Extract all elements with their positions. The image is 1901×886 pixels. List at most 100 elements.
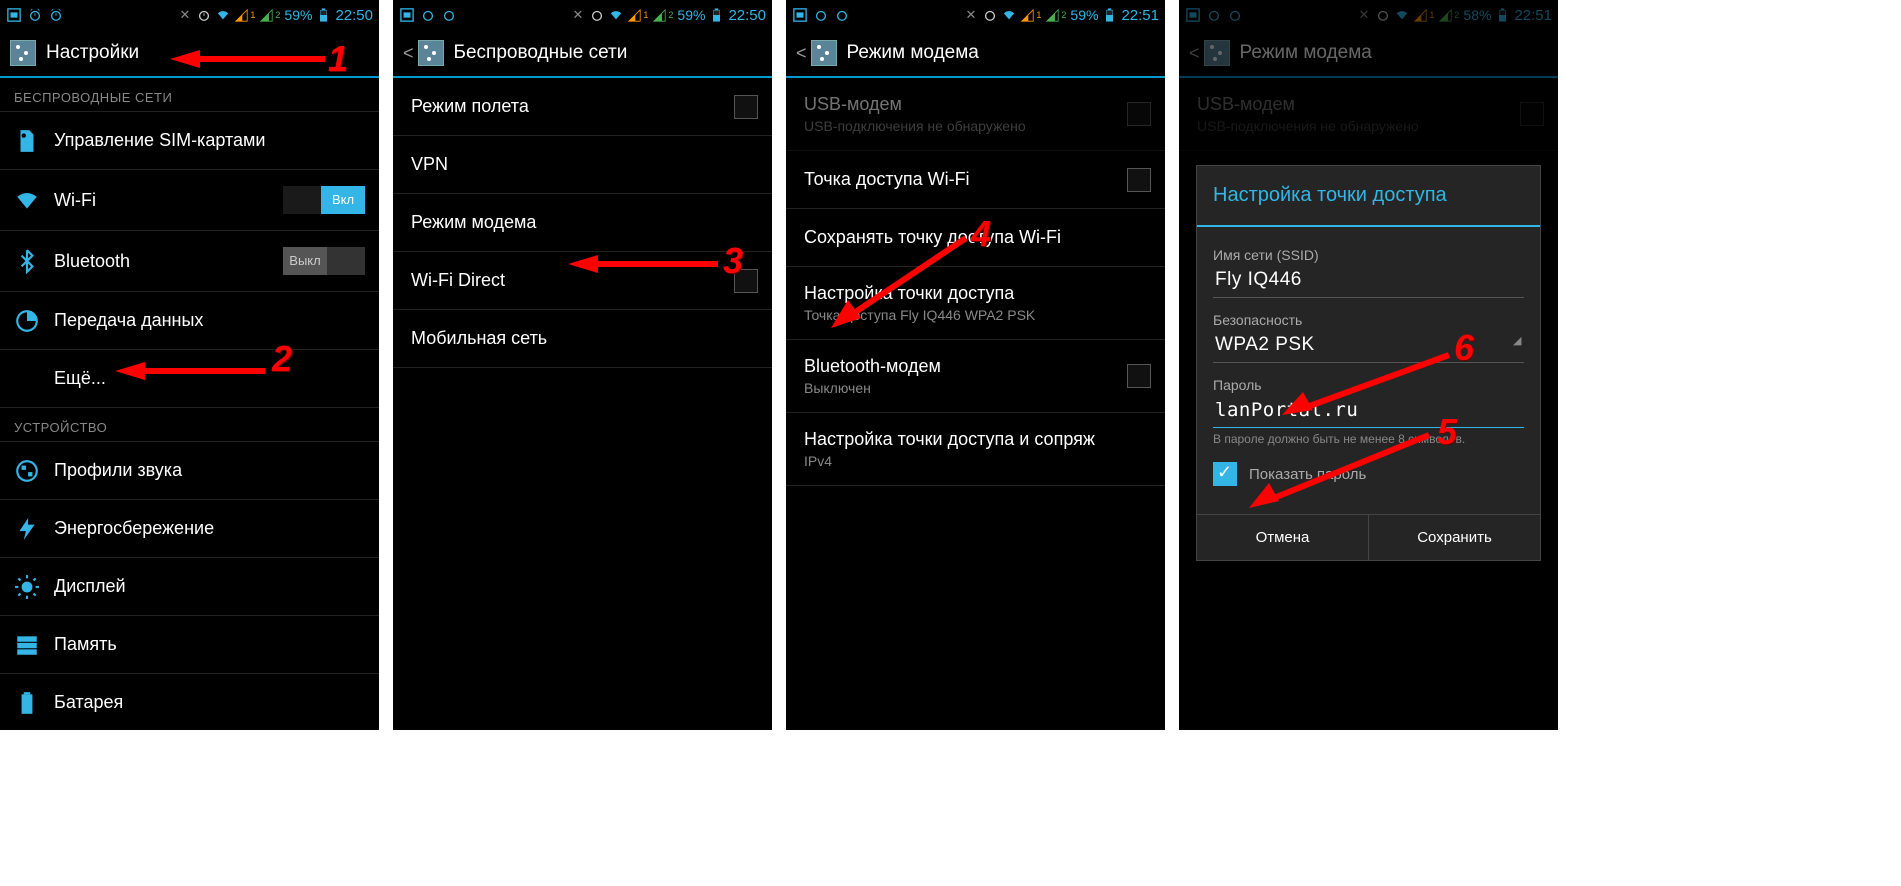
signal-1-icon (234, 8, 249, 23)
item-bt-modem[interactable]: Bluetooth-модем Выключен (786, 340, 1165, 413)
status-bar: ✕ 1 2 59% 22:51 (786, 0, 1165, 30)
item-label: Точка доступа Wi-Fi (804, 169, 970, 189)
notif-icon (792, 8, 807, 23)
item-sound-profiles[interactable]: Профили звука (0, 442, 379, 500)
item-mobile-network[interactable]: Мобильная сеть (393, 310, 772, 368)
phone-screen-1: ✕ 1 2 59% 22:50 Настройки БЕСПРОВОДНЫЕ С… (0, 0, 379, 730)
annotation-5: 5 (1437, 411, 1457, 453)
annotation-3: 3 (723, 240, 743, 282)
arrow-5 (1249, 430, 1434, 510)
signal-2-icon (1045, 8, 1060, 23)
item-label: Батарея (54, 692, 123, 713)
sim-icon (14, 128, 40, 154)
annotation-1: 1 (328, 38, 348, 80)
cancel-button[interactable]: Отмена (1197, 515, 1369, 560)
ssid-label: Имя сети (SSID) (1213, 247, 1524, 263)
item-usb-modem: USB-модем USB-подключения не обнаружено (786, 78, 1165, 151)
header-title: Беспроводные сети (454, 42, 628, 64)
item-label: Wi-Fi (54, 190, 96, 210)
sim2-label: 2 (275, 10, 280, 20)
item-wifi-hotspot[interactable]: Точка доступа Wi-Fi (786, 151, 1165, 209)
dialog-title: Настройка точки доступа (1197, 166, 1540, 227)
arrow-1 (170, 48, 325, 70)
time: 22:51 (1121, 7, 1159, 24)
arrow-6 (1279, 350, 1454, 420)
signal-2-icon (259, 8, 274, 23)
item-sublabel: IPv4 (804, 453, 1151, 469)
battery-pct: 59% (1070, 7, 1098, 23)
annotation-6: 6 (1454, 327, 1474, 369)
battery-pct: 59% (284, 7, 312, 23)
wifi-icon (215, 8, 230, 23)
item-pairing-setup[interactable]: Настройка точки доступа и сопряж IPv4 (786, 413, 1165, 486)
app-header[interactable]: < Беспроводные сети (393, 30, 772, 78)
alarm-icon (196, 8, 211, 23)
back-icon: < (796, 43, 807, 64)
battery-icon (709, 8, 724, 23)
item-label: Дисплей (54, 576, 126, 597)
settings-app-icon (811, 40, 837, 66)
wifi-icon (1001, 8, 1016, 23)
wifi-icon (14, 187, 40, 213)
alarm-icon-1 (813, 8, 828, 23)
item-label: Управление SIM-картами (54, 130, 265, 151)
item-label: USB-модем (804, 94, 1127, 115)
vibrate-icon: ✕ (963, 8, 978, 23)
item-label: Bluetooth-модем (804, 356, 1127, 377)
storage-icon (14, 632, 40, 658)
battery-icon (316, 8, 331, 23)
display-icon (14, 574, 40, 600)
item-display[interactable]: Дисплей (0, 558, 379, 616)
signal-1-icon (627, 8, 642, 23)
vibrate-icon: ✕ (570, 8, 585, 23)
item-bluetooth[interactable]: Bluetooth Выкл (0, 231, 379, 292)
item-power-saving[interactable]: Энергосбережение (0, 500, 379, 558)
annotation-2: 2 (272, 338, 292, 380)
time: 22:50 (335, 7, 373, 24)
bluetooth-icon (14, 248, 40, 274)
airplane-checkbox[interactable] (734, 95, 758, 119)
usb-checkbox (1127, 102, 1151, 126)
item-label: Энергосбережение (54, 518, 214, 539)
ssid-input[interactable]: Fly IQ446 (1213, 263, 1524, 298)
alarm-icon (982, 8, 997, 23)
item-label: Память (54, 634, 117, 655)
app-header[interactable]: < Режим модема (786, 30, 1165, 78)
item-sublabel: USB-подключения не обнаружено (804, 118, 1127, 134)
arrow-3 (568, 253, 718, 275)
back-icon: < (403, 43, 414, 64)
item-wifi[interactable]: Wi-Fi Вкл (0, 170, 379, 231)
item-airplane[interactable]: Режим полета (393, 78, 772, 136)
item-battery[interactable]: Батарея (0, 674, 379, 730)
power-icon (14, 516, 40, 542)
item-label: Bluetooth (54, 251, 130, 271)
item-data-usage[interactable]: Передача данных (0, 292, 379, 350)
btmodem-checkbox[interactable] (1127, 364, 1151, 388)
battery-icon (1102, 8, 1117, 23)
alarm-icon-2 (48, 8, 63, 23)
show-password-checkbox[interactable] (1213, 462, 1237, 486)
save-button[interactable]: Сохранить (1369, 515, 1540, 560)
item-sublabel: Выключен (804, 380, 1127, 396)
phone-screen-2: ✕ 1 2 59% 22:50 < Беспроводные сети Режи… (393, 0, 772, 730)
notif-icon (399, 8, 414, 23)
sim1-label: 1 (250, 10, 255, 20)
wifi-toggle[interactable]: Вкл (283, 186, 365, 214)
data-icon (14, 308, 40, 334)
alarm-icon-1 (27, 8, 42, 23)
time: 22:50 (728, 7, 766, 24)
signal-1-icon (1020, 8, 1035, 23)
item-label: Режим модема (411, 212, 536, 233)
item-storage[interactable]: Память (0, 616, 379, 674)
alarm-icon-2 (834, 8, 849, 23)
notif-icon (6, 8, 21, 23)
header-title: Режим модема (847, 42, 979, 64)
bt-toggle[interactable]: Выкл (283, 247, 365, 275)
hotspot-checkbox[interactable] (1127, 168, 1151, 192)
item-vpn[interactable]: VPN (393, 136, 772, 194)
alarm-icon (589, 8, 604, 23)
item-sim-management[interactable]: Управление SIM-картами (0, 112, 379, 170)
item-tethering[interactable]: Режим модема (393, 194, 772, 252)
annotation-4: 4 (971, 213, 991, 255)
phone-screen-4: ✕ 1 2 58% 22:51 < Режим модема USB-модем… (1179, 0, 1558, 730)
